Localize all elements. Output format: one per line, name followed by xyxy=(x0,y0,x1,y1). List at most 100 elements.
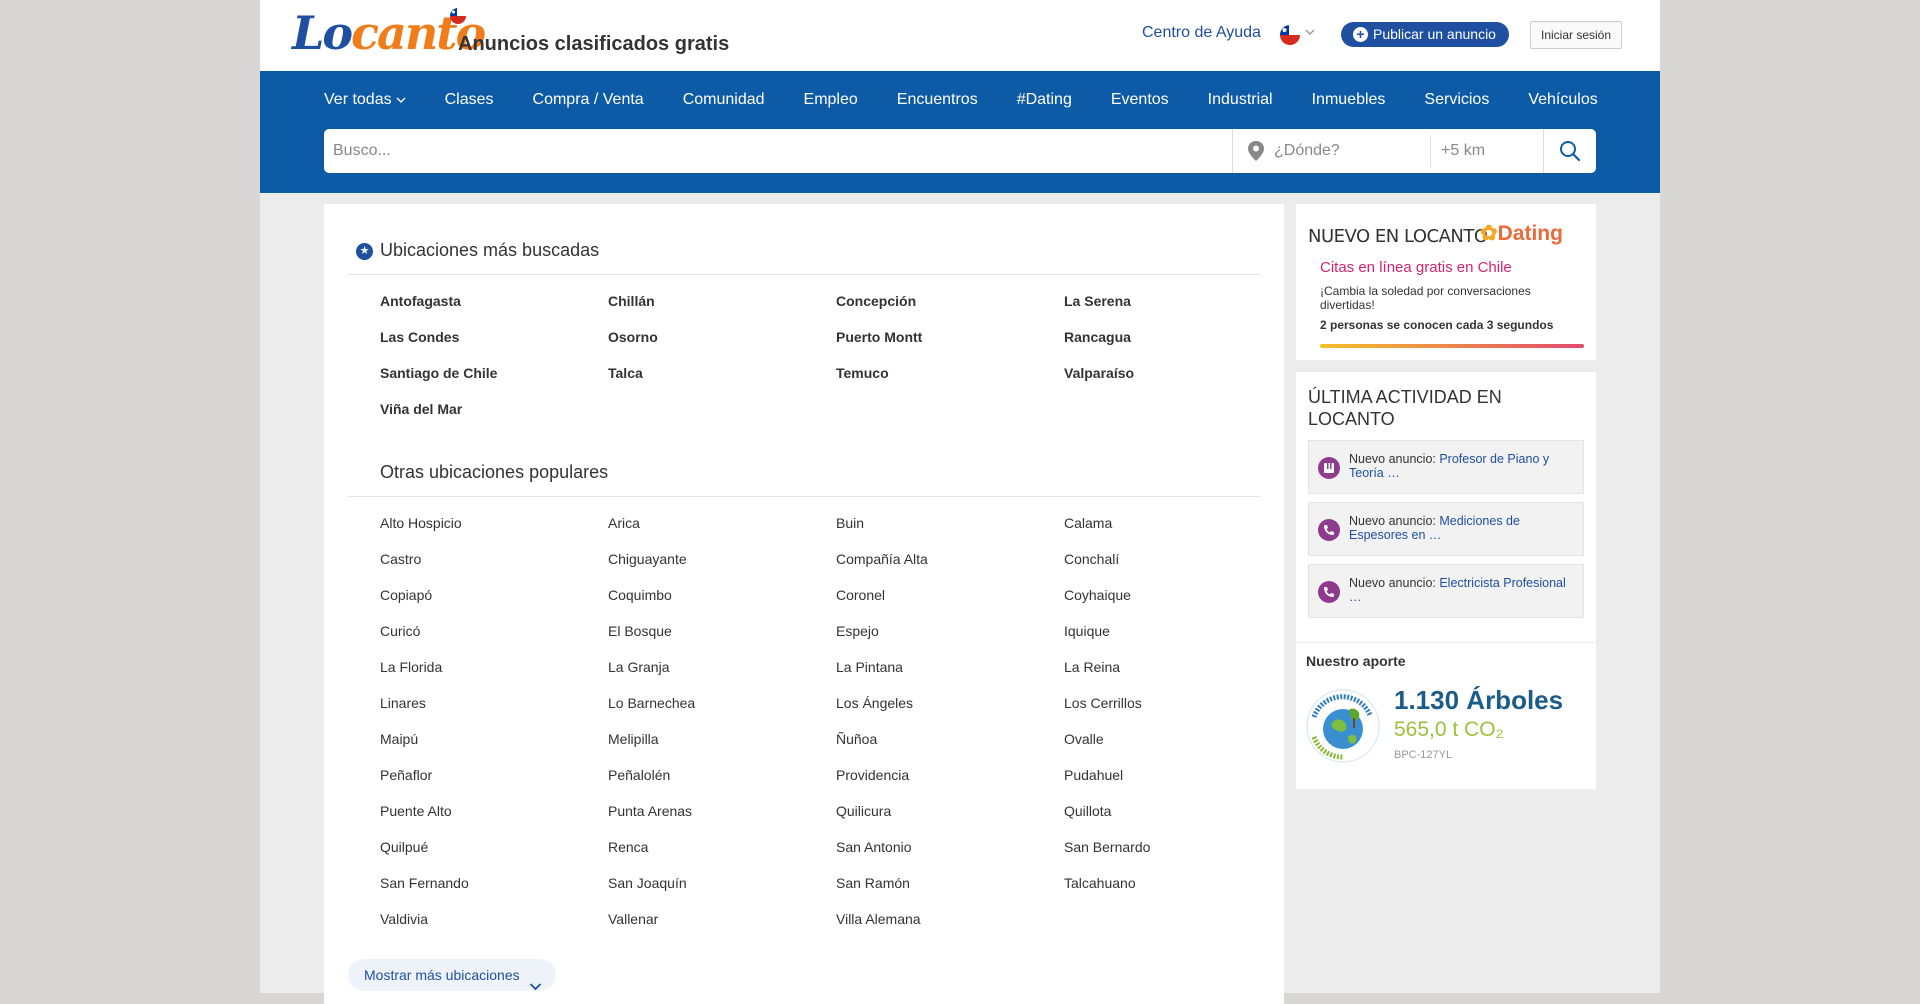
location-link[interactable]: Curicó xyxy=(380,623,420,639)
location-link[interactable]: Rancagua xyxy=(1064,329,1131,345)
location-link[interactable]: San Ramón xyxy=(836,875,910,891)
help-center-link[interactable]: Centro de Ayuda xyxy=(1142,24,1261,42)
location-link[interactable]: Iquique xyxy=(1064,623,1110,639)
co2-amount: 565,0 t CO₂ xyxy=(1394,718,1504,741)
nav-item-compra-venta[interactable]: Compra / Venta xyxy=(533,91,644,109)
location-link[interactable]: Valdivia xyxy=(380,911,428,927)
location-link[interactable]: La Granja xyxy=(608,659,669,675)
location-link[interactable]: Alto Hospicio xyxy=(380,515,462,531)
location-link[interactable]: Renca xyxy=(608,839,648,855)
location-link[interactable]: San Bernardo xyxy=(1064,839,1150,855)
blue-planet-certificate-icon xyxy=(1304,687,1382,770)
location-link[interactable]: Talca xyxy=(608,365,643,381)
activity-item[interactable]: Nuevo anuncio: Electricista Profesional … xyxy=(1308,564,1584,618)
location-link[interactable]: Copiapó xyxy=(380,587,432,603)
nav-item-eventos[interactable]: Eventos xyxy=(1111,91,1169,109)
search-input[interactable] xyxy=(324,129,1232,173)
location-link[interactable]: Chiguayante xyxy=(608,551,687,567)
nav-item-empleo[interactable]: Empleo xyxy=(804,91,858,109)
nav-item-servicios[interactable]: Servicios xyxy=(1424,91,1489,109)
location-link[interactable]: Melipilla xyxy=(608,731,659,747)
location-link[interactable]: Conchalí xyxy=(1064,551,1119,567)
page: Locanto Anuncios clasificados gratis Cen… xyxy=(260,0,1660,1004)
location-link[interactable]: Viña del Mar xyxy=(380,401,462,417)
location-link[interactable]: La Florida xyxy=(380,659,442,675)
location-link[interactable]: Osorno xyxy=(608,329,658,345)
location-link[interactable]: Peñaflor xyxy=(380,767,432,783)
location-link[interactable]: Arica xyxy=(608,515,640,531)
location-link[interactable]: Valparaíso xyxy=(1064,365,1134,381)
login-button[interactable]: Iniciar sesión xyxy=(1530,21,1623,49)
location-link[interactable]: Quilicura xyxy=(836,803,891,819)
other-locations-title: Otras ubicaciones populares xyxy=(380,462,609,482)
divider xyxy=(348,274,1260,275)
location-link[interactable]: Ñuñoa xyxy=(836,731,877,747)
location-link[interactable]: Vallenar xyxy=(608,911,658,927)
location-link[interactable]: Coronel xyxy=(836,587,885,603)
nav-item-ver-todas[interactable]: Ver todas xyxy=(324,91,406,109)
location-link[interactable]: Talcahuano xyxy=(1064,875,1136,891)
location-link[interactable]: Buin xyxy=(836,515,864,531)
location-link[interactable]: Los Cerrillos xyxy=(1064,695,1142,711)
activity-item[interactable]: Nuevo anuncio: Mediciones de Espesores e… xyxy=(1308,502,1584,556)
publish-ad-button[interactable]: + Publicar un anuncio xyxy=(1341,22,1509,47)
country-flag-icon[interactable] xyxy=(1280,25,1300,45)
location-link[interactable]: Ovalle xyxy=(1064,731,1104,747)
location-link[interactable]: Pudahuel xyxy=(1064,767,1123,783)
search-bar xyxy=(324,129,1596,173)
nav-item-comunidad[interactable]: Comunidad xyxy=(683,91,765,109)
location-link[interactable]: Coyhaique xyxy=(1064,587,1131,603)
location-link[interactable]: Calama xyxy=(1064,515,1112,531)
location-link[interactable]: San Joaquín xyxy=(608,875,687,891)
locanto-logo[interactable]: Locanto xyxy=(292,8,486,58)
nav-item-dating[interactable]: #Dating xyxy=(1017,91,1072,109)
chevron-down-icon[interactable] xyxy=(1304,26,1316,41)
location-link[interactable]: Castro xyxy=(380,551,421,567)
location-link[interactable]: Compañía Alta xyxy=(836,551,928,567)
location-link[interactable]: Quillota xyxy=(1064,803,1111,819)
nav-item-vehiculos[interactable]: Vehículos xyxy=(1528,91,1597,109)
contribution-title: Nuestro aporte xyxy=(1306,653,1406,669)
location-link[interactable]: Linares xyxy=(380,695,426,711)
location-link[interactable]: La Reina xyxy=(1064,659,1120,675)
chevron-down-icon xyxy=(529,970,542,1002)
location-link[interactable]: Maipú xyxy=(380,731,418,747)
location-link[interactable]: Lo Barnechea xyxy=(608,695,695,711)
location-link[interactable]: Santiago de Chile xyxy=(380,365,497,381)
dating-promo-card[interactable]: NUEVO EN LOCANTO ✿Dating Citas en línea … xyxy=(1296,204,1596,360)
nav-item-encuentros[interactable]: Encuentros xyxy=(897,91,978,109)
radius-input[interactable] xyxy=(1441,129,1531,173)
location-link[interactable]: Puerto Montt xyxy=(836,329,922,345)
divider xyxy=(348,496,1260,497)
location-link[interactable]: San Fernando xyxy=(380,875,469,891)
location-input[interactable] xyxy=(1274,129,1429,173)
show-more-locations-button[interactable]: Mostrar más ubicaciones xyxy=(348,959,556,991)
nav-item-industrial[interactable]: Industrial xyxy=(1208,91,1273,109)
location-link[interactable]: Antofagasta xyxy=(380,293,461,309)
location-link[interactable]: Coquimbo xyxy=(608,587,672,603)
location-link[interactable]: Concepción xyxy=(836,293,916,309)
location-link[interactable]: Temuco xyxy=(836,365,889,381)
location-link[interactable]: Providencia xyxy=(836,767,909,783)
search-icon xyxy=(1560,141,1581,162)
location-link[interactable]: Las Condes xyxy=(380,329,459,345)
nav-item-clases[interactable]: Clases xyxy=(445,91,494,109)
location-link[interactable]: La Pintana xyxy=(836,659,903,675)
location-link[interactable]: Chillán xyxy=(608,293,655,309)
location-link[interactable]: La Serena xyxy=(1064,293,1131,309)
location-link[interactable]: San Antonio xyxy=(836,839,912,855)
location-link[interactable]: El Bosque xyxy=(608,623,672,639)
divider xyxy=(1232,129,1233,173)
location-link[interactable]: Puente Alto xyxy=(380,803,452,819)
tagline: Anuncios clasificados gratis xyxy=(458,33,730,55)
search-button[interactable] xyxy=(1544,129,1596,173)
nav-band: Ver todas Clases Compra / Venta Comunida… xyxy=(260,71,1660,193)
location-link[interactable]: Quilpué xyxy=(380,839,428,855)
location-link[interactable]: Punta Arenas xyxy=(608,803,692,819)
location-link[interactable]: Los Ángeles xyxy=(836,695,913,711)
activity-item[interactable]: Nuevo anuncio: Profesor de Piano y Teorí… xyxy=(1308,440,1584,494)
location-link[interactable]: Villa Alemana xyxy=(836,911,921,927)
location-link[interactable]: Peñalolén xyxy=(608,767,670,783)
location-link[interactable]: Espejo xyxy=(836,623,879,639)
nav-item-inmuebles[interactable]: Inmuebles xyxy=(1312,91,1386,109)
